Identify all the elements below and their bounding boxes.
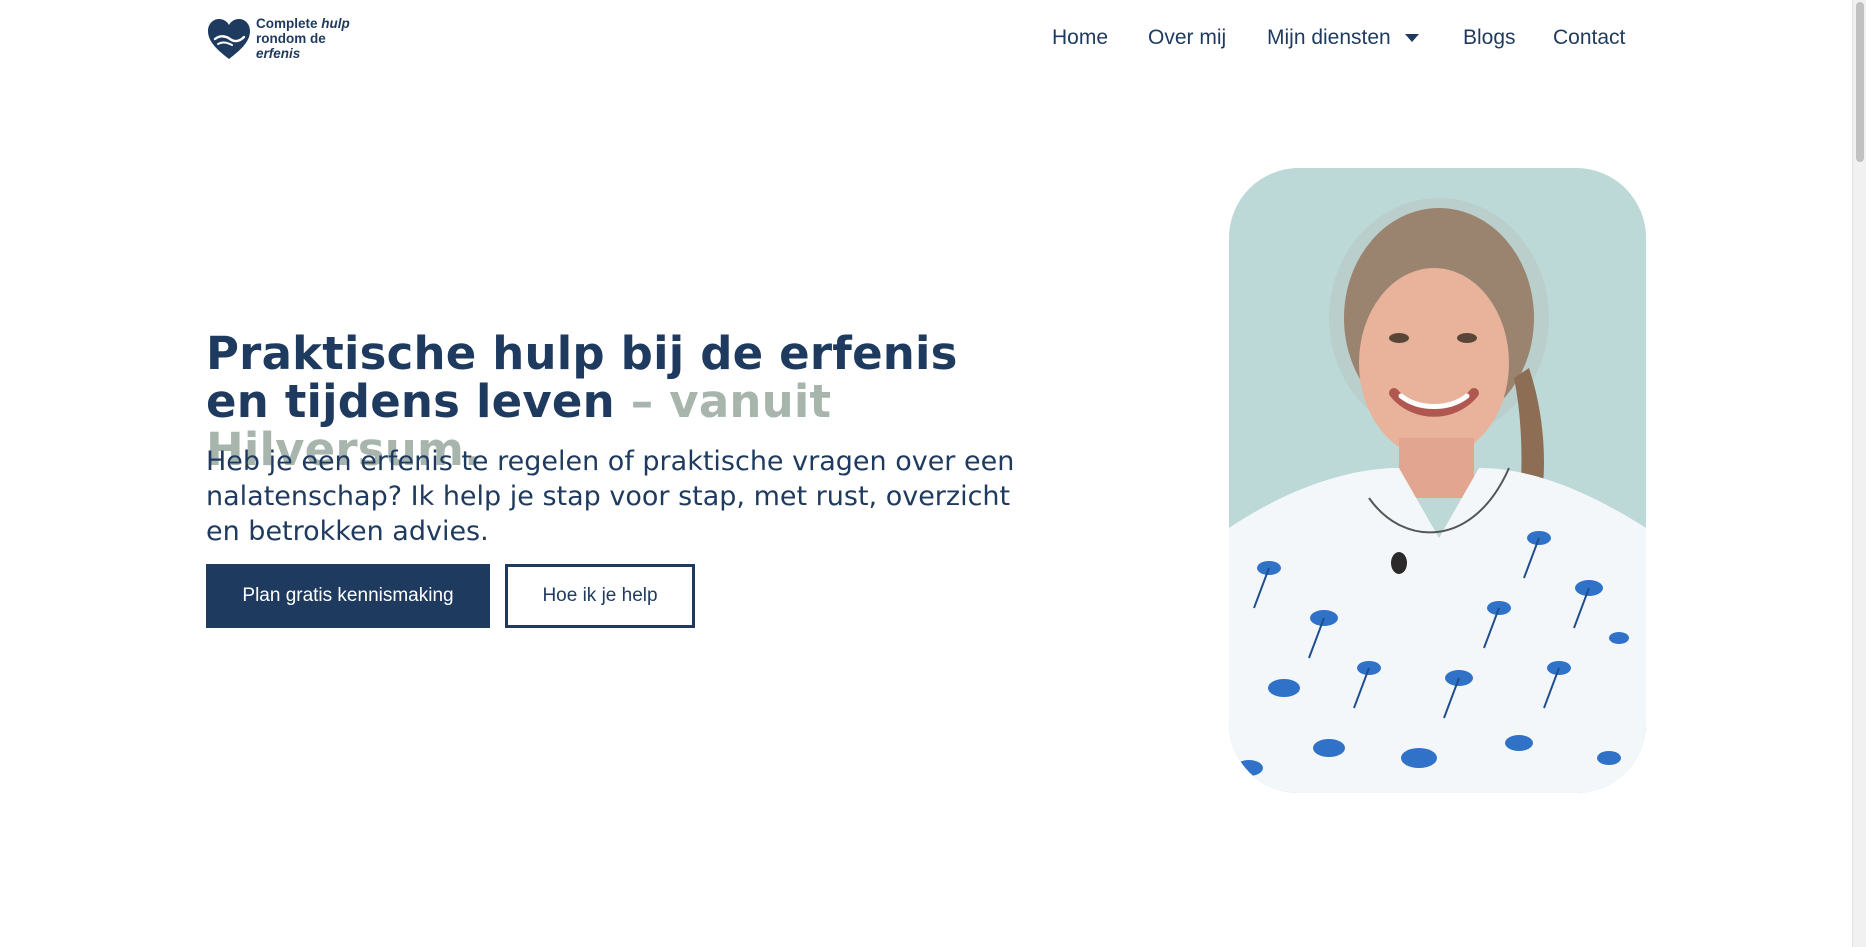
nav-contact[interactable]: Contact	[1553, 26, 1625, 50]
plan-kennismaking-button[interactable]: Plan gratis kennismaking	[206, 564, 490, 628]
hero-title-main: Praktische hulp bij de erfenis en tijden…	[206, 327, 958, 428]
logo-line1-em: hulp	[321, 16, 350, 31]
site-header: Complete hulp rondom de erfenis Home Ove…	[0, 0, 1852, 80]
hero-subtitle: Heb je een erfenis te regelen of praktis…	[206, 446, 1015, 547]
nav-mijn-diensten[interactable]: Mijn diensten	[1267, 26, 1419, 50]
nav-over-mij[interactable]: Over mij	[1148, 26, 1226, 50]
logo-text: Complete hulp rondom de erfenis	[256, 16, 350, 61]
portrait-illustration	[1229, 168, 1646, 793]
scrollbar-thumb[interactable]	[1856, 2, 1864, 162]
logo-line3: erfenis	[256, 46, 301, 61]
heart-hands-icon	[208, 18, 250, 59]
portrait-photo	[1229, 168, 1646, 793]
nav-home[interactable]: Home	[1052, 26, 1108, 50]
logo-line2: rondom de	[256, 31, 326, 46]
hoe-ik-help-button[interactable]: Hoe ik je help	[505, 564, 695, 628]
logo-line1: Complete	[256, 16, 318, 31]
caret-down-icon	[1404, 34, 1419, 42]
page-scrollbar[interactable]	[1852, 0, 1866, 947]
site-logo[interactable]: Complete hulp rondom de erfenis	[206, 16, 350, 61]
nav-mijn-diensten-label: Mijn diensten	[1267, 26, 1391, 49]
nav-blogs[interactable]: Blogs	[1463, 26, 1516, 50]
